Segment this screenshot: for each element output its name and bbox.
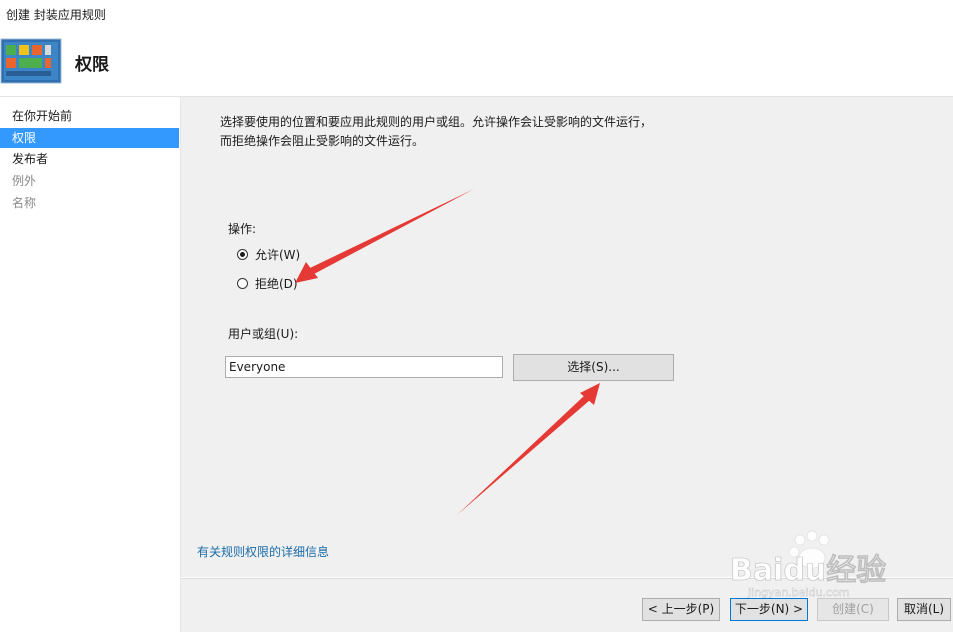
user-group-label: 用户或组(U): (228, 327, 299, 341)
action-label: 操作: (228, 222, 257, 236)
wizard-steps-sidebar: 在你开始前 权限 发布者 例外 名称 (0, 97, 181, 632)
select-user-button[interactable]: 选择(S)... (513, 354, 674, 381)
radio-deny-circle[interactable] (237, 277, 248, 289)
sidebar-item-permissions[interactable]: 权限 (0, 128, 179, 148)
sidebar-item-before-you-begin[interactable]: 在你开始前 (0, 106, 179, 126)
cancel-button[interactable]: 取消(L) (897, 598, 951, 621)
window-title: 创建 封装应用规则 (6, 8, 106, 22)
app-grid-icon (0, 38, 62, 84)
sidebar-item-publisher[interactable]: 发布者 (0, 149, 179, 169)
wizard-header: 权限 (0, 28, 953, 97)
page-title: 权限 (75, 55, 109, 75)
title-bar: 创建 封装应用规则 (0, 0, 953, 28)
radio-allow[interactable]: 允许(W) (237, 246, 300, 262)
description-line-1: 选择要使用的位置和要应用此规则的用户或组。允许操作会让受影响的文件运行， (220, 115, 653, 129)
sidebar-item-name: 名称 (12, 196, 37, 210)
wizard-window: 创建 封装应用规则 权限 在你开始前 权限 发布者 例外 名称 选择要使用的位置… (0, 0, 953, 632)
wizard-content: 选择要使用的位置和要应用此规则的用户或组。允许操作会让受影响的文件运行， 而拒绝… (181, 97, 953, 577)
user-group-input[interactable] (225, 356, 503, 378)
create-button: 创建(C) (817, 598, 889, 621)
next-button[interactable]: 下一步(N) > (730, 598, 808, 621)
radio-deny-label[interactable]: 拒绝(D) (255, 275, 298, 292)
radio-deny[interactable]: 拒绝(D) (237, 275, 298, 291)
radio-allow-circle[interactable] (237, 248, 248, 260)
back-button[interactable]: < 上一步(P) (642, 598, 720, 621)
page-description: 选择要使用的位置和要应用此规则的用户或组。允许操作会让受影响的文件运行， 而拒绝… (220, 113, 920, 151)
description-line-2: 而拒绝操作会阻止受影响的文件运行。 (220, 134, 425, 148)
permissions-info-link[interactable]: 有关规则权限的详细信息 (197, 543, 329, 560)
wizard-footer: < 上一步(P) 下一步(N) > 创建(C) 取消(L) (181, 578, 953, 632)
radio-allow-label[interactable]: 允许(W) (255, 246, 300, 263)
sidebar-item-exceptions: 例外 (12, 174, 37, 188)
